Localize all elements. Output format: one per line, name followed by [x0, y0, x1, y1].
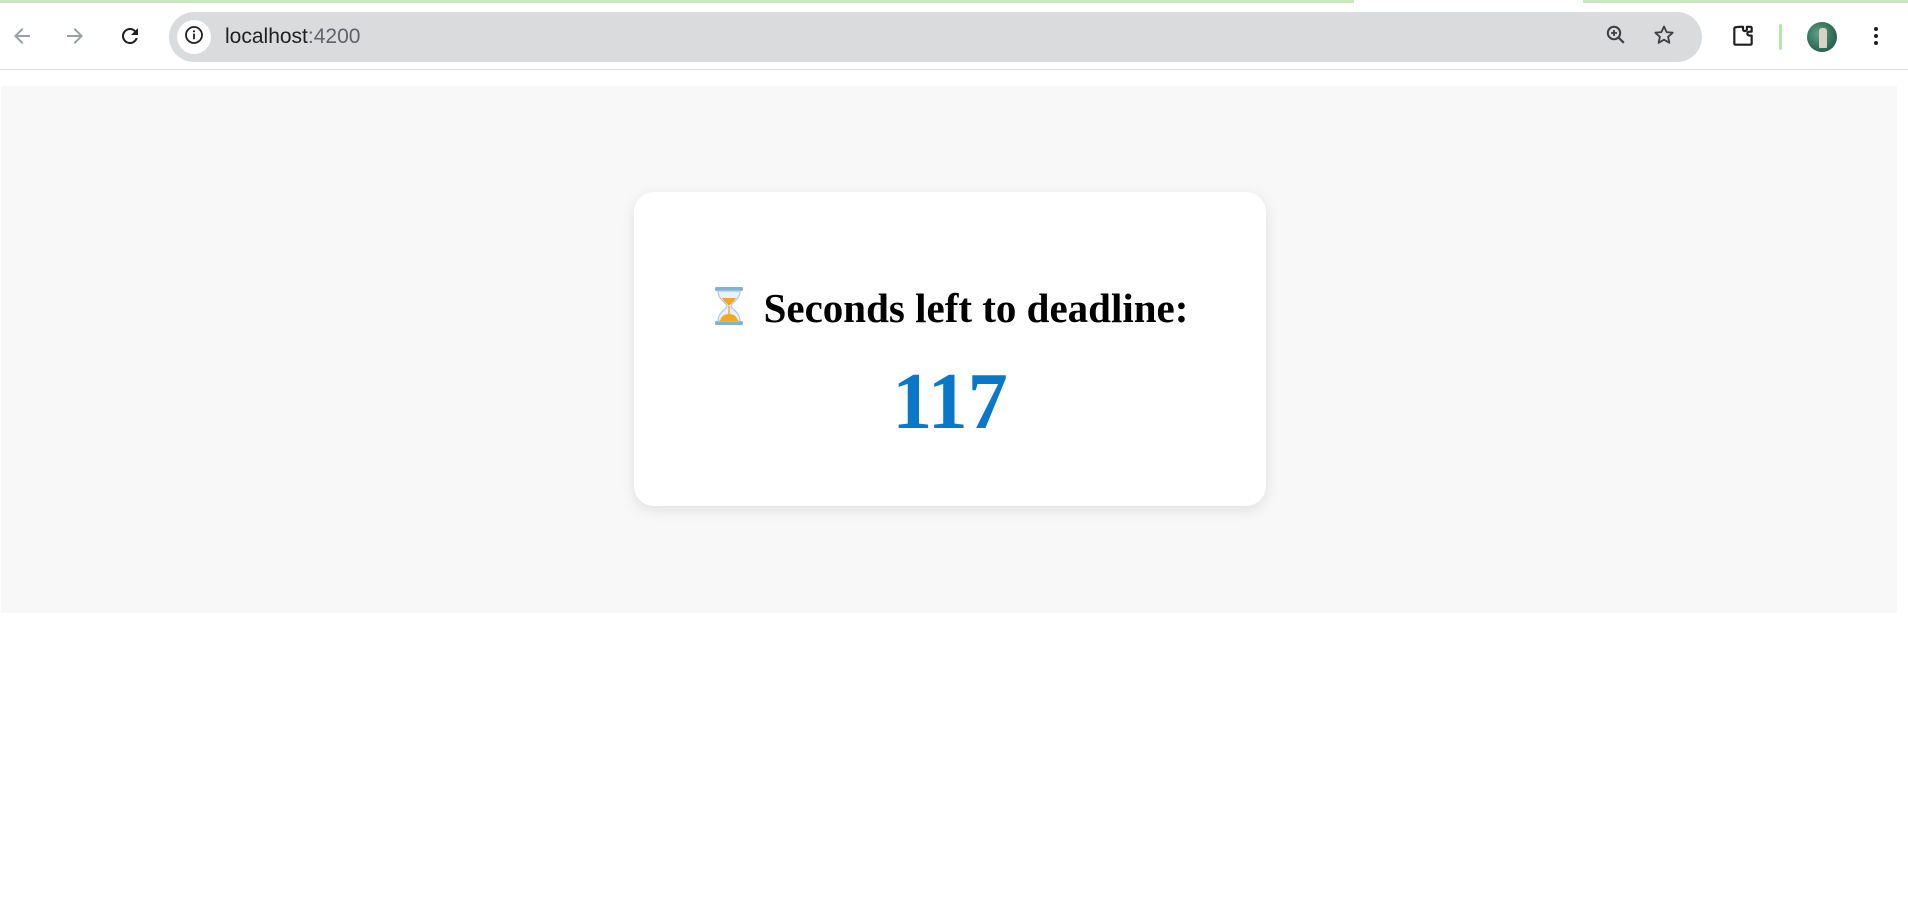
extensions-button[interactable]: [1723, 16, 1763, 56]
info-icon: [184, 25, 204, 50]
reload-icon: [118, 24, 142, 48]
bookmark-button[interactable]: [1648, 21, 1680, 53]
kebab-menu-icon: [1864, 24, 1888, 48]
zoom-in-icon: [1604, 23, 1628, 52]
page-content: Seconds left to deadline: 117: [1, 86, 1897, 613]
seconds-left-value: 117: [892, 358, 1008, 446]
site-info-button[interactable]: [177, 20, 211, 54]
heading-text: Seconds left to deadline:: [763, 285, 1189, 331]
profile-avatar[interactable]: [1807, 22, 1837, 52]
countdown-heading: Seconds left to deadline:: [634, 284, 1266, 336]
url-text[interactable]: localhost:4200: [225, 25, 360, 49]
back-arrow-icon: [10, 24, 34, 48]
url-port: :4200: [307, 25, 361, 48]
forward-arrow-icon: [63, 24, 87, 48]
countdown-card: Seconds left to deadline: 117: [634, 192, 1266, 506]
reload-button[interactable]: [110, 16, 150, 56]
browser-toolbar: localhost:4200: [0, 0, 1908, 70]
url-host: localhost: [225, 25, 308, 48]
hourglass-icon: [712, 286, 746, 336]
browser-menu-button[interactable]: [1856, 16, 1896, 56]
zoom-button[interactable]: [1600, 21, 1632, 53]
forward-button[interactable]: [55, 16, 95, 56]
address-bar[interactable]: localhost:4200: [169, 12, 1702, 62]
puzzle-icon: [1730, 23, 1756, 49]
toolbar-divider: [1779, 24, 1782, 50]
page-load-progress: [0, 0, 1908, 3]
back-button[interactable]: [2, 16, 42, 56]
star-icon: [1652, 23, 1676, 52]
